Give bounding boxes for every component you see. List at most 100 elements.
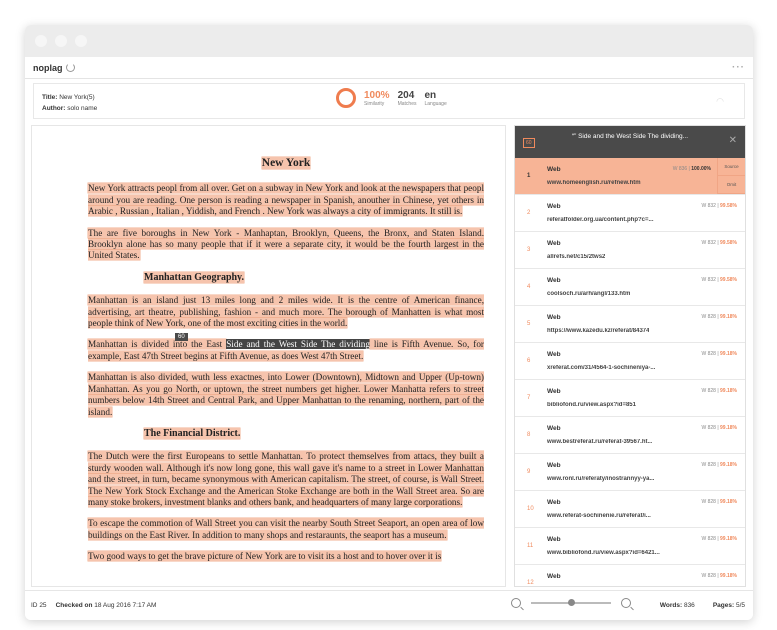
app-logo[interactable]: noplag	[33, 63, 75, 73]
result-row[interactable]: 7 Web bibliofond.ru/view.aspx?id=851 W 828 …	[515, 380, 745, 417]
result-number: 5	[527, 321, 531, 327]
result-url[interactable]: www.bibliofond.ru/view.aspx?id=6421...	[547, 550, 660, 556]
panel-badge: 60	[523, 138, 535, 148]
result-url[interactable]: www.homeenglish.ru/refnew.htm	[547, 180, 641, 186]
similarity-label: Similarity	[364, 100, 385, 107]
app-name: noplag	[33, 62, 63, 73]
result-url[interactable]: xreferat.com/31/4564-1-sochineniya-...	[547, 365, 655, 371]
result-url[interactable]: bibliofond.ru/view.aspx?id=851	[547, 402, 636, 408]
result-word-count: W 828	[701, 351, 716, 357]
result-score: W 828 | 99.18%	[701, 499, 738, 505]
paragraph-4[interactable]: Manhattan is divided into the East Side …	[88, 339, 484, 362]
result-row[interactable]: 12 Web W 828 | 99.18%	[515, 565, 745, 586]
pages-value: 5/5	[735, 602, 745, 609]
result-score: W 836 | 100.00%	[672, 166, 711, 172]
app-window: noplag ··· Title: New York(5) Author: so…	[25, 25, 753, 620]
zoom-in-icon[interactable]	[621, 598, 631, 608]
author-value: solo name	[67, 105, 98, 112]
result-url[interactable]: www.referat-sochinenie.ru/referat/i...	[547, 513, 651, 519]
window-close-dot[interactable]	[35, 35, 47, 47]
footer-meta: ID 25 Checked on 18 Aug 2016 7:17 AM	[31, 602, 156, 609]
matches-panel: 60 “” Side and the West Side The dividin…	[514, 125, 746, 587]
matches-label: Matches	[397, 100, 417, 107]
close-icon[interactable]: ✕	[729, 135, 737, 146]
result-percent: 99.58%	[720, 277, 737, 283]
document-meta: Title: New York(5) Author: solo name	[42, 92, 97, 114]
paragraph-3[interactable]: Manhattan is an island just 13 miles lon…	[88, 295, 484, 329]
result-score: W 832 | 99.58%	[701, 203, 738, 209]
result-number: 10	[527, 506, 534, 512]
result-word-count: W 828	[701, 388, 716, 394]
result-number: 7	[527, 395, 531, 401]
paragraph-8[interactable]: Two good ways to get the brave picture o…	[88, 551, 484, 562]
source-button[interactable]: Source	[718, 158, 745, 176]
result-type: Web	[547, 462, 561, 469]
paragraph-1[interactable]: New York attracts peopl from all over. G…	[88, 183, 484, 217]
result-row[interactable]: 11 Web www.bibliofond.ru/view.aspx?id=6421…	[515, 528, 745, 565]
result-number: 8	[527, 432, 531, 438]
result-percent: 99.58%	[720, 240, 737, 246]
loading-icon	[65, 63, 75, 72]
result-percent: 99.18%	[720, 573, 737, 579]
result-number: 6	[527, 358, 531, 364]
paragraph-2[interactable]: The are five boroughs in New York - Manh…	[88, 227, 484, 262]
result-row[interactable]: 8 Web www.bestreferat.ru/referat-39567.ht.…	[515, 417, 745, 454]
result-score: W 832 | 99.58%	[701, 277, 738, 283]
result-percent: 99.18%	[720, 351, 737, 357]
result-row[interactable]: 6 Web xreferat.com/31/4564-1-sochineniya-.…	[515, 343, 745, 380]
result-score: W 828 | 99.18%	[701, 425, 738, 431]
result-row[interactable]: 4 Web coolsoch.ru/arh/angl/133.htm W 832 | …	[515, 269, 745, 306]
result-number: 3	[527, 247, 531, 253]
window-maximize-dot[interactable]	[75, 35, 87, 47]
result-number: 2	[527, 210, 531, 216]
window-minimize-dot[interactable]	[55, 35, 67, 47]
result-score: W 828 | 99.18%	[701, 462, 738, 468]
result-word-count: W 832	[701, 277, 716, 283]
zoom-slider-knob[interactable]	[567, 599, 575, 607]
result-url[interactable]: referatfolder.org.ua/content.php?c=...	[547, 217, 654, 223]
result-word-count: W 832	[701, 240, 716, 246]
result-percent: 99.18%	[720, 536, 737, 542]
paragraph-6[interactable]: The Dutch were the first Europeans to se…	[88, 451, 484, 508]
result-number: 9	[527, 469, 531, 475]
zoom-out-icon[interactable]	[511, 598, 521, 608]
result-type: Web	[547, 425, 561, 432]
language-stat: en Language	[424, 90, 446, 107]
paragraph-5[interactable]: Manhattan is also divided, wuth less exa…	[88, 372, 484, 418]
result-score: W 832 | 99.58%	[701, 240, 738, 246]
result-score: W 828 | 99.18%	[701, 351, 738, 357]
more-menu-icon[interactable]: ···	[732, 62, 745, 73]
result-score: W 828 | 99.18%	[701, 573, 738, 579]
zoom-slider[interactable]	[531, 599, 611, 607]
title-label: Title:	[42, 94, 58, 101]
zoom-controls	[511, 598, 631, 608]
panel-header: 60 “” Side and the West Side The dividin…	[515, 126, 745, 158]
similarity-value: 100%	[364, 89, 390, 101]
result-actions: Source Omit	[717, 158, 745, 194]
result-row[interactable]: 3 Web allrefs.net/c15/2tws2 W 832 | 99.58%	[515, 232, 745, 269]
document-viewer[interactable]: New York New York attracts peopl from al…	[31, 125, 506, 587]
result-url[interactable]: allrefs.net/c15/2tws2	[547, 254, 605, 260]
result-url[interactable]: https://www.kazedu.kz/referat/84374	[547, 328, 649, 334]
document-heading: New York	[261, 157, 311, 169]
result-row[interactable]: 9 Web www.ronl.ru/referaty/inostrannyy-ya.…	[515, 454, 745, 491]
result-url[interactable]: www.ronl.ru/referaty/inostrannyy-ya...	[547, 476, 654, 482]
selected-match[interactable]: Side and the West Side The dividing	[226, 339, 370, 350]
words-value: 836	[683, 602, 695, 609]
paragraph-7[interactable]: To escape the commotion of Wall Street y…	[88, 518, 484, 541]
results-list: 1 Web www.homeenglish.ru/refnew.htm W 836 |…	[515, 158, 745, 586]
result-type: Web	[547, 314, 561, 321]
window-chrome	[25, 25, 753, 57]
words-label: Words:	[659, 602, 683, 609]
panel-title: “” Side and the West Side The dividing..…	[571, 133, 689, 140]
result-row[interactable]: 1 Web www.homeenglish.ru/refnew.htm W 836 |…	[515, 158, 745, 195]
result-row[interactable]: 10 Web www.referat-sochinenie.ru/referat/i…	[515, 491, 745, 528]
result-url[interactable]: www.bestreferat.ru/referat-39567.ht...	[547, 439, 652, 445]
omit-button[interactable]: Omit	[718, 176, 745, 194]
result-url[interactable]: coolsoch.ru/arh/angl/133.htm	[547, 291, 630, 297]
result-word-count: W 828	[701, 462, 716, 468]
result-word-count: W 828	[701, 499, 716, 505]
result-row[interactable]: 2 Web referatfolder.org.ua/content.php?c=.…	[515, 195, 745, 232]
id-label: ID	[31, 602, 38, 609]
result-row[interactable]: 5 Web https://www.kazedu.kz/referat/84374 W…	[515, 306, 745, 343]
